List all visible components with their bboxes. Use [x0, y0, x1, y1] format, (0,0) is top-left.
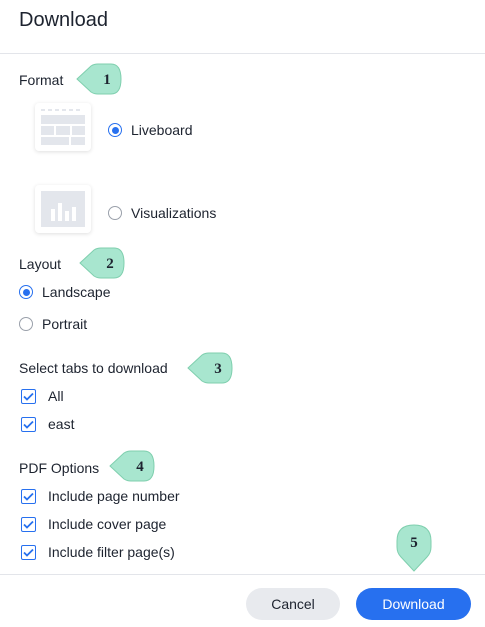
checkmark-icon[interactable] [21, 388, 36, 404]
pdf-option-label: Include filter page(s) [48, 544, 175, 560]
callout-badge-3: 3 [187, 352, 233, 384]
pdf-option-label: Include cover page [48, 516, 167, 532]
tab-checkbox-label: east [48, 416, 75, 432]
tab-checkbox-east[interactable]: east [21, 416, 74, 432]
callout-badge-5: 5 [396, 524, 432, 572]
radio-unselected-icon[interactable] [108, 206, 122, 220]
checkmark-icon[interactable] [21, 516, 36, 532]
layout-option-label: Landscape [42, 284, 111, 300]
layout-option-portrait[interactable]: Portrait [19, 316, 87, 332]
callout-number: 1 [103, 72, 111, 88]
layout-option-landscape[interactable]: Landscape [19, 284, 111, 300]
format-option-label: Liveboard [131, 122, 193, 138]
layout-option-label: Portrait [42, 316, 88, 332]
checkmark-icon[interactable] [21, 416, 36, 432]
checkmark-icon[interactable] [21, 488, 36, 504]
radio-selected-icon[interactable] [19, 285, 33, 299]
callout-number: 5 [410, 535, 418, 551]
header-divider [0, 53, 485, 54]
callout-badge-1: 1 [76, 63, 122, 95]
liveboard-thumbnail-icon [35, 103, 91, 151]
pdf-option-filter-pages[interactable]: Include filter page(s) [21, 544, 175, 560]
pdf-option-cover-page[interactable]: Include cover page [21, 516, 166, 532]
radio-unselected-icon[interactable] [19, 317, 33, 331]
tabs-label: Select tabs to download [19, 360, 168, 376]
callout-number: 2 [106, 256, 114, 272]
bar-chart-thumbnail-icon [35, 185, 91, 233]
cancel-button[interactable]: Cancel [246, 588, 340, 620]
dialog-title: Download [19, 9, 108, 31]
callout-number: 4 [136, 459, 144, 475]
pdf-options-label: PDF Options [19, 460, 100, 476]
checkmark-icon[interactable] [21, 544, 36, 560]
layout-label: Layout [19, 256, 62, 272]
footer-divider [0, 574, 485, 575]
format-option-liveboard[interactable]: Liveboard [108, 122, 193, 138]
download-button[interactable]: Download [356, 588, 471, 620]
format-option-visualizations[interactable]: Visualizations [108, 205, 216, 221]
callout-badge-2: 2 [79, 247, 125, 279]
format-label: Format [19, 72, 64, 88]
radio-selected-icon[interactable] [108, 123, 122, 137]
tab-checkbox-label: All [48, 388, 64, 404]
pdf-option-page-number[interactable]: Include page number [21, 488, 180, 504]
tab-checkbox-all[interactable]: All [21, 388, 64, 404]
pdf-option-label: Include page number [48, 488, 180, 504]
callout-number: 3 [214, 361, 222, 377]
format-option-label: Visualizations [131, 205, 217, 221]
callout-badge-4: 4 [109, 450, 155, 482]
